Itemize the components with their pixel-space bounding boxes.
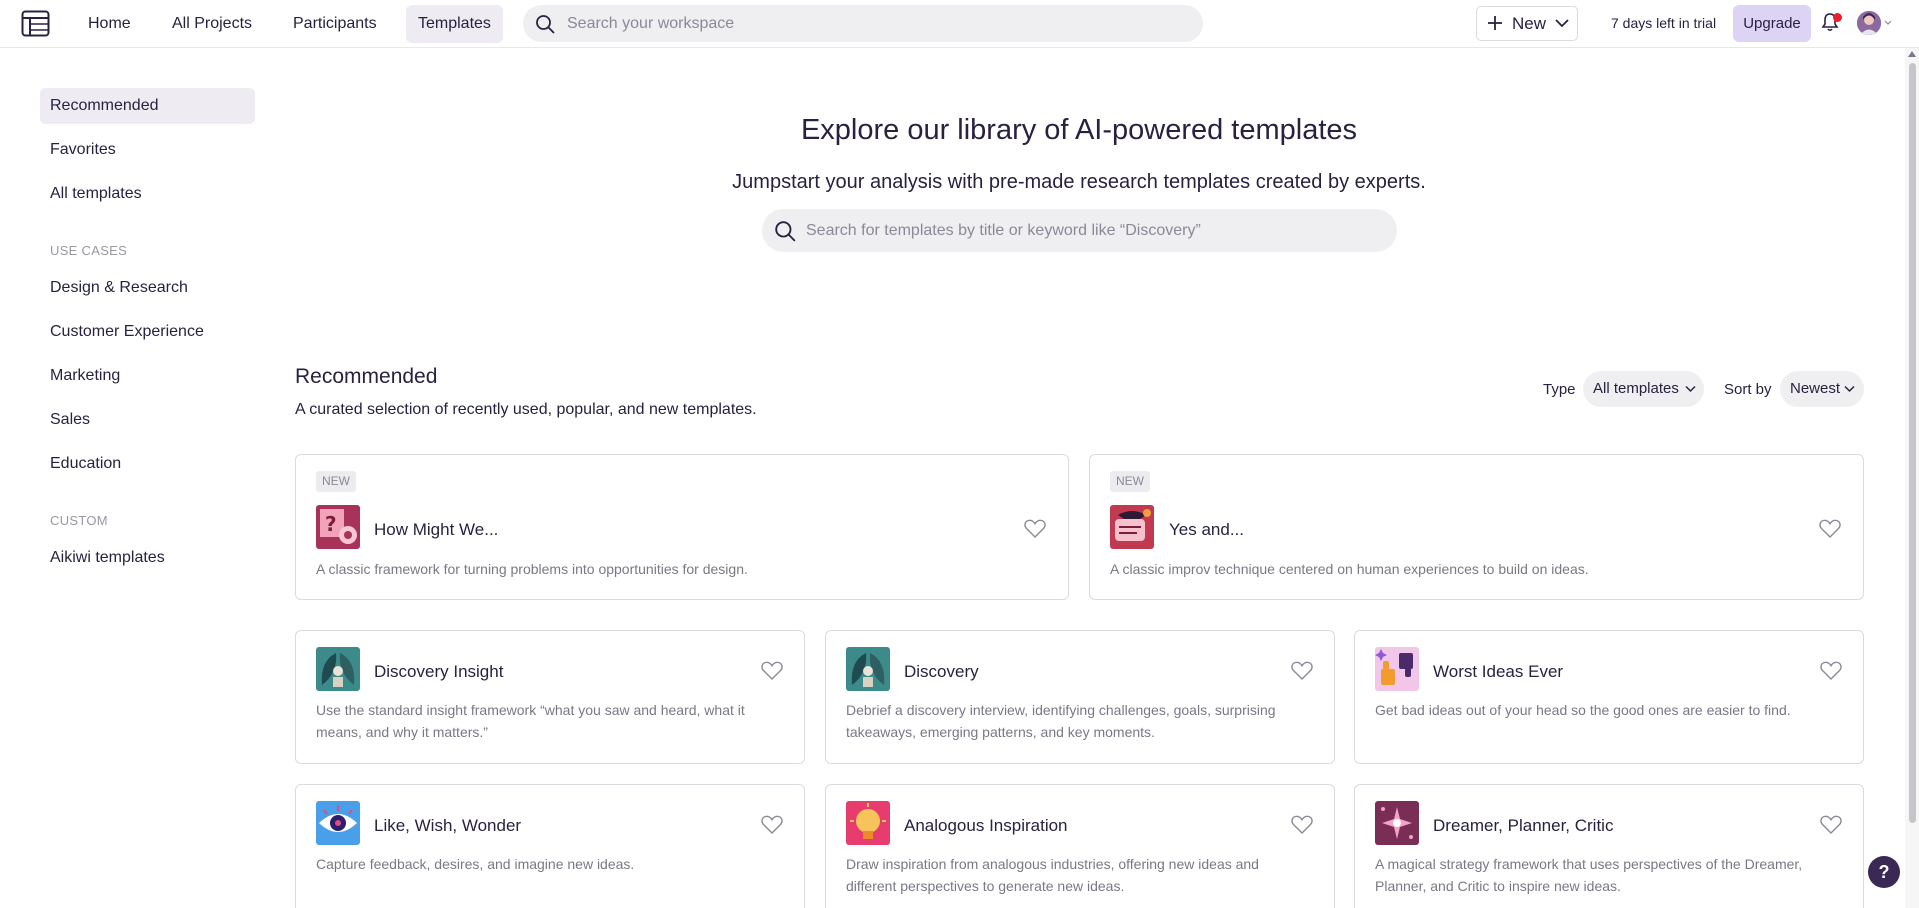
chevron-down-icon: [1844, 385, 1855, 393]
heart-icon[interactable]: [1024, 519, 1046, 539]
card-title: Worst Ideas Ever: [1433, 662, 1564, 681]
heart-icon[interactable]: [1819, 519, 1841, 539]
card-description: Draw inspiration from analogous industri…: [846, 856, 1259, 894]
upgrade-button[interactable]: Upgrade: [1733, 5, 1811, 42]
card-description: A classic framework for turning problems…: [316, 561, 748, 577]
speech-icon: [1110, 505, 1154, 549]
nav-templates[interactable]: Templates: [406, 5, 503, 43]
sidebar-item-marketing[interactable]: Marketing: [40, 358, 255, 394]
sidebar-item-aikiwi-templates[interactable]: Aikiwi templates: [40, 540, 255, 576]
sparkle-icon: [1375, 801, 1419, 845]
type-filter-dropdown[interactable]: All templates: [1583, 371, 1704, 407]
card-title: How Might We...: [374, 520, 499, 539]
help-button[interactable]: ?: [1868, 856, 1900, 888]
workspace-search[interactable]: [523, 5, 1203, 42]
trial-status: 7 days left in trial: [1611, 15, 1717, 31]
heart-icon[interactable]: [1820, 815, 1842, 835]
question-mark-icon: ?: [316, 505, 360, 549]
card-title: Discovery: [904, 662, 979, 681]
custom-heading: CUSTOM: [50, 513, 108, 528]
card-title: Analogous Inspiration: [904, 816, 1068, 835]
template-search-input[interactable]: [806, 209, 1386, 252]
notification-dot: [1833, 13, 1842, 22]
type-filter-value: All templates: [1593, 380, 1679, 397]
app-logo-icon[interactable]: [21, 10, 50, 37]
sort-dropdown[interactable]: Newest: [1780, 371, 1864, 407]
scrollbar-thumb[interactable]: [1909, 63, 1916, 823]
sort-value: Newest: [1790, 380, 1841, 397]
template-card-discovery[interactable]: Discovery Debrief a discovery interview,…: [825, 630, 1335, 764]
heart-icon[interactable]: [761, 661, 783, 681]
thumbs-icon: [1375, 647, 1419, 691]
workspace-search-input[interactable]: [567, 5, 1187, 42]
new-badge: NEW: [316, 471, 356, 492]
card-title: Like, Wish, Wonder: [374, 816, 522, 835]
page-subtitle: Jumpstart your analysis with pre-made re…: [732, 171, 1426, 193]
nav-participants[interactable]: Participants: [281, 5, 389, 43]
template-card-how-might-we[interactable]: NEW ? How Might We... A classic framewor…: [295, 454, 1069, 600]
section-title: Recommended: [295, 365, 438, 388]
heart-icon[interactable]: [1820, 661, 1842, 681]
sidebar-item-recommended[interactable]: Recommended: [40, 88, 255, 124]
nav-home[interactable]: Home: [76, 5, 143, 43]
sidebar-item-all-templates[interactable]: All templates: [40, 176, 255, 212]
type-filter-label: Type: [1543, 381, 1576, 398]
svg-text:?: ?: [325, 512, 337, 536]
card-description: Use the standard insight framework “what…: [316, 702, 745, 740]
chevron-down-icon: [1555, 19, 1569, 28]
new-button[interactable]: New: [1476, 6, 1578, 41]
card-title: Dreamer, Planner, Critic: [1433, 816, 1614, 835]
eye-icon: [316, 801, 360, 845]
template-card-like-wish-wonder[interactable]: Like, Wish, Wonder Capture feedback, des…: [295, 784, 805, 908]
sort-label: Sort by: [1724, 381, 1772, 398]
sidebar-item-customer-experience[interactable]: Customer Experience: [40, 314, 255, 350]
search-icon: [536, 15, 555, 34]
new-button-label: New: [1512, 14, 1547, 33]
heart-icon[interactable]: [1291, 815, 1313, 835]
template-card-worst-ideas-ever[interactable]: Worst Ideas Ever Get bad ideas out of yo…: [1354, 630, 1864, 764]
card-description: A magical strategy framework that uses p…: [1375, 856, 1803, 894]
nav-all-projects[interactable]: All Projects: [160, 5, 264, 43]
sidebar-item-design-research[interactable]: Design & Research: [40, 270, 255, 306]
search-icon: [775, 221, 796, 242]
new-badge: NEW: [1110, 471, 1150, 492]
sidebar-item-education[interactable]: Education: [40, 446, 255, 482]
leaves-icon: [846, 647, 890, 691]
top-bar: Home All Projects Participants Templates…: [0, 0, 1919, 48]
heart-icon[interactable]: [761, 815, 783, 835]
template-card-discovery-insight[interactable]: Discovery Insight Use the standard insig…: [295, 630, 805, 764]
card-title: Discovery Insight: [374, 662, 504, 681]
use-cases-heading: USE CASES: [50, 243, 128, 258]
scroll-up-arrow-icon[interactable]: [1907, 50, 1917, 58]
card-description: A classic improv technique centered on h…: [1110, 561, 1589, 577]
plus-icon: [1488, 16, 1502, 30]
sidebar-item-favorites[interactable]: Favorites: [40, 132, 255, 168]
leaves-icon: [316, 647, 360, 691]
card-description: Capture feedback, desires, and imagine n…: [316, 856, 635, 872]
template-card-analogous-inspiration[interactable]: Analogous Inspiration Draw inspiration f…: [825, 784, 1335, 908]
avatar[interactable]: [1857, 11, 1881, 35]
template-card-dreamer-planner-critic[interactable]: Dreamer, Planner, Critic A magical strat…: [1354, 784, 1864, 908]
section-subtitle: A curated selection of recently used, po…: [295, 401, 757, 418]
heart-icon[interactable]: [1291, 661, 1313, 681]
template-card-yes-and[interactable]: NEW Yes and... A classic improv techniqu…: [1089, 454, 1864, 600]
page-title: Explore our library of AI-powered templa…: [800, 114, 1358, 146]
sidebar-item-sales[interactable]: Sales: [40, 402, 255, 438]
card-description: Debrief a discovery interview, identifyi…: [846, 702, 1276, 740]
lightbulb-icon: [846, 801, 890, 845]
template-search[interactable]: [762, 209, 1397, 252]
card-description: Get bad ideas out of your head so the go…: [1375, 702, 1791, 718]
chevron-down-icon[interactable]: [1884, 20, 1892, 26]
chevron-down-icon: [1685, 385, 1696, 393]
card-title: Yes and...: [1169, 520, 1244, 539]
